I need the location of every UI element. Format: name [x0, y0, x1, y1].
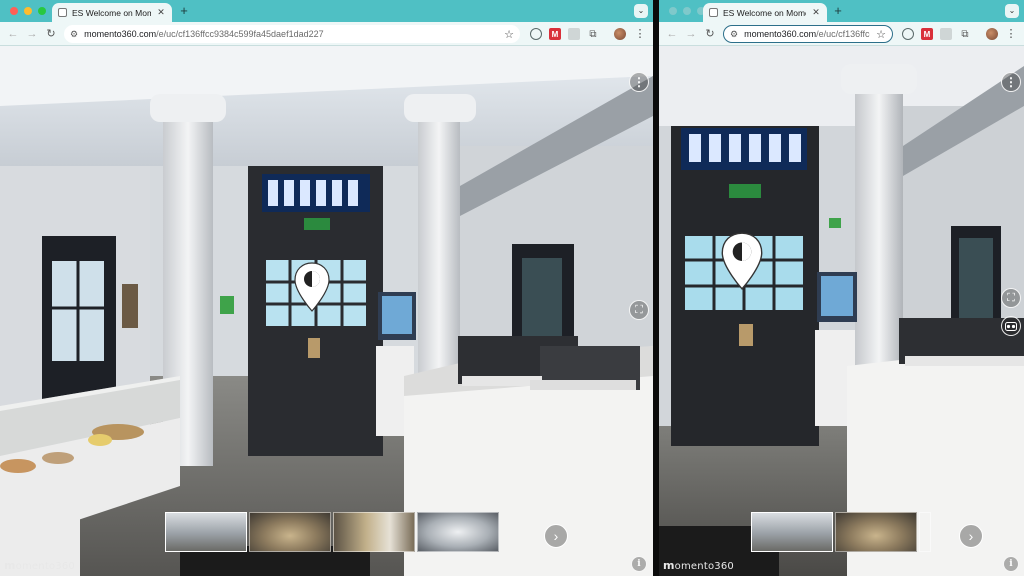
window-controls [10, 7, 46, 15]
new-tab-button[interactable]: + [831, 3, 845, 19]
desktop: ES Welcome on Momento360 ✕ + ⌄ ← → ↻ ⚙ m… [0, 0, 1024, 576]
address-bar[interactable]: ⚙ momento360.com/e/uc/cf136ffcc... ☆ [723, 25, 893, 43]
tab-search-button[interactable]: ⌄ [1005, 4, 1019, 18]
logo-text: omento [674, 561, 715, 572]
info-button[interactable]: i [1003, 556, 1019, 572]
scene-thumbnail[interactable] [835, 512, 917, 552]
tab-title: ES Welcome on Momento360 [72, 7, 151, 18]
fullscreen-button[interactable]: ⛶ [1001, 288, 1021, 308]
reload-button[interactable]: ↻ [44, 27, 58, 41]
url-path: /e/uc/cf136ffcc... [816, 29, 870, 39]
browser-window-right: ES Welcome on Momento360 ✕ + ⌄ ← → ↻ ⚙ m… [659, 0, 1024, 576]
new-tab-button[interactable]: + [177, 3, 191, 19]
extension-ring-icon[interactable] [530, 28, 542, 40]
scene-thumbnail-strip [165, 512, 499, 552]
tab-search-button[interactable]: ⌄ [634, 4, 648, 18]
next-scene-button[interactable]: › [544, 524, 568, 548]
logo-suffix: 360 [714, 561, 734, 572]
reload-button[interactable]: ↻ [703, 27, 717, 41]
scene-thumbnail-strip [751, 512, 931, 552]
url-text: momento360.com/e/uc/cf136ffcc9384c599fa4… [84, 29, 498, 39]
scene-thumbnail[interactable] [751, 512, 833, 552]
forward-button[interactable]: → [684, 27, 698, 41]
vr-headset-button[interactable] [1001, 316, 1021, 336]
viewer-menu-button[interactable]: ⋮ [1001, 72, 1021, 92]
url-text: momento360.com/e/uc/cf136ffcc... [744, 29, 870, 39]
extensions-puzzle-icon[interactable]: ⧉ [587, 28, 599, 40]
close-window-button[interactable] [10, 7, 18, 15]
zoom-window-button[interactable] [38, 7, 46, 15]
info-button[interactable]: i [631, 556, 647, 572]
extension-gray-icon[interactable] [940, 28, 952, 40]
tab-momento360[interactable]: ES Welcome on Momento360 ✕ [703, 3, 827, 22]
logo-m: m [663, 559, 675, 572]
logo-suffix: 360 [55, 561, 75, 572]
scene-thumbnail[interactable] [249, 512, 331, 552]
tab-strip: ES Welcome on Momento360 ✕ + ⌄ [0, 0, 653, 22]
extension-m-icon[interactable]: M [921, 28, 933, 40]
viewer-menu-button[interactable]: ⋮ [629, 72, 649, 92]
extension-gray-icon[interactable] [568, 28, 580, 40]
url-path: /e/uc/cf136ffcc9384c599fa45daef1dad227 [156, 29, 324, 39]
scene-thumbnail[interactable] [165, 512, 247, 552]
location-pin-hotspot-icon[interactable] [294, 262, 330, 312]
tab-momento360[interactable]: ES Welcome on Momento360 ✕ [52, 3, 172, 22]
momento-favicon-icon [709, 8, 718, 17]
logo-text: omento [15, 561, 56, 572]
tab-title: ES Welcome on Momento360 [723, 7, 806, 18]
bookmark-star-icon[interactable]: ☆ [504, 28, 514, 41]
extension-m-icon[interactable]: M [549, 28, 561, 40]
scene-thumbnail[interactable] [919, 512, 931, 552]
forward-button[interactable]: → [25, 27, 39, 41]
momento360-logo: momento360 [663, 559, 734, 572]
scene-thumbnail[interactable] [333, 512, 415, 552]
extensions-puzzle-icon[interactable]: ⧉ [959, 28, 971, 40]
location-pin-hotspot-icon[interactable] [721, 232, 763, 290]
close-tab-icon[interactable]: ✕ [156, 7, 166, 18]
profile-avatar[interactable] [614, 28, 626, 40]
panorama-viewer[interactable]: ⋮ ⛶ i › momento360 [659, 46, 1024, 576]
close-tab-icon[interactable]: ✕ [811, 7, 821, 18]
browser-menu-icon[interactable]: ⋮ [1005, 28, 1017, 40]
next-scene-button[interactable]: › [959, 524, 983, 548]
browser-window-left: ES Welcome on Momento360 ✕ + ⌄ ← → ↻ ⚙ m… [0, 0, 653, 576]
momento360-logo: momento360 [4, 559, 75, 572]
close-window-button[interactable] [669, 7, 677, 15]
panorama-viewer[interactable]: ⋮ ⛶ i › momento360 [0, 46, 653, 576]
minimize-window-button[interactable] [683, 7, 691, 15]
site-info-icon[interactable]: ⚙ [70, 29, 78, 40]
profile-avatar[interactable] [986, 28, 998, 40]
momento-favicon-icon [58, 8, 67, 17]
panorama-image[interactable] [659, 46, 1024, 576]
minimize-window-button[interactable] [24, 7, 32, 15]
bookmark-star-icon[interactable]: ☆ [876, 28, 886, 41]
site-info-icon[interactable]: ⚙ [730, 29, 738, 40]
fullscreen-button[interactable]: ⛶ [629, 300, 649, 320]
window-controls [669, 7, 705, 15]
vr-headset-icon [1005, 321, 1017, 331]
back-button[interactable]: ← [665, 27, 679, 41]
browser-toolbar: ← → ↻ ⚙ momento360.com/e/uc/cf136ffcc...… [659, 22, 1024, 46]
tab-strip: ES Welcome on Momento360 ✕ + ⌄ [659, 0, 1024, 22]
address-bar[interactable]: ⚙ momento360.com/e/uc/cf136ffcc9384c599f… [64, 25, 520, 43]
browser-menu-icon[interactable]: ⋮ [634, 28, 646, 40]
browser-toolbar: ← → ↻ ⚙ momento360.com/e/uc/cf136ffcc938… [0, 22, 653, 46]
logo-m: m [4, 559, 16, 572]
extension-ring-icon[interactable] [902, 28, 914, 40]
url-host: momento360.com [84, 29, 157, 39]
back-button[interactable]: ← [6, 27, 20, 41]
scene-thumbnail[interactable] [417, 512, 499, 552]
url-host: momento360.com [744, 29, 817, 39]
